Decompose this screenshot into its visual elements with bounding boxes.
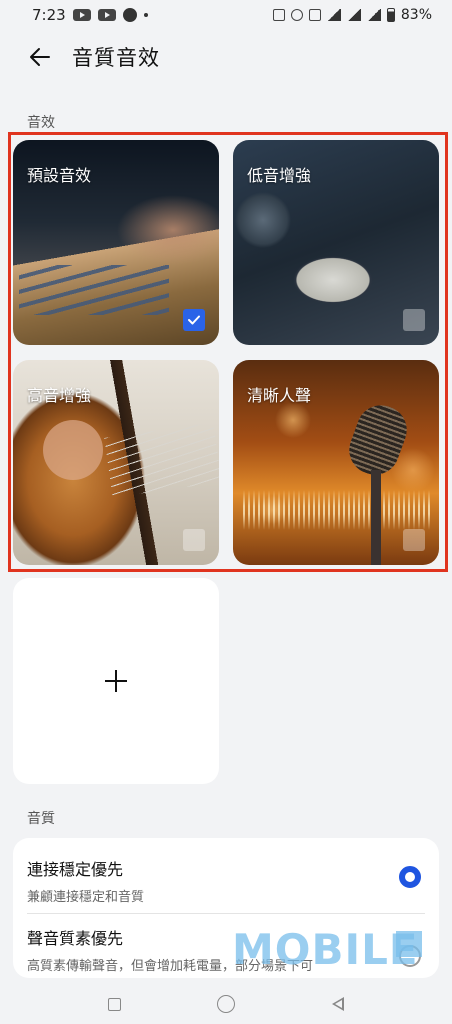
effect-card-label: 預設音效 [27, 166, 92, 185]
effect-card-treble[interactable]: 高音增強 [13, 360, 219, 565]
divider [27, 913, 425, 914]
option-title: 連接穩定優先 [27, 860, 124, 879]
nfc-icon [272, 9, 285, 21]
youtube-icon [72, 9, 91, 21]
effect-card-label: 清晰人聲 [247, 386, 312, 405]
add-effect-button[interactable] [13, 578, 219, 784]
section-label-effects: 音效 [27, 115, 55, 131]
more-notifications-icon [143, 13, 148, 17]
battery-icon [386, 8, 395, 22]
microphone-stand-image [371, 470, 381, 565]
mixing-console-image [19, 265, 169, 315]
checkbox-unchecked[interactable] [403, 309, 425, 331]
status-bar: 7:23 83% [0, 0, 452, 30]
page-title: 音質音效 [72, 46, 160, 70]
acoustic-guitar-image [104, 422, 219, 498]
watermark-logo: MOBILE [232, 925, 419, 974]
arrow-left-icon [30, 48, 50, 66]
app-notification-icon [122, 8, 137, 22]
bluetooth-icon [290, 9, 303, 21]
wifi-icon [326, 9, 341, 21]
recents-icon[interactable] [108, 997, 122, 1011]
microphone-image [342, 398, 414, 482]
section-label-quality: 音質 [27, 811, 55, 827]
effect-card-bass[interactable]: 低音增強 [233, 140, 439, 345]
back-button[interactable] [18, 35, 62, 79]
sound-wave-image [243, 490, 433, 530]
checkbox-unchecked[interactable] [183, 529, 205, 551]
quality-option-stable[interactable]: 連接穩定優先 兼顧連接穩定和音質 [27, 856, 427, 905]
mute-icon [308, 9, 321, 21]
option-subtitle: 兼顧連接穩定和音質 [27, 890, 145, 905]
effect-card-vocal[interactable]: 清晰人聲 [233, 360, 439, 565]
battery-level: 83% [400, 7, 432, 23]
hand-image [43, 420, 103, 480]
home-icon[interactable] [217, 995, 236, 1013]
checkbox-unchecked[interactable] [403, 529, 425, 551]
navigation-bar [0, 984, 452, 1024]
checkbox-checked[interactable] [183, 309, 205, 331]
youtube-icon [97, 9, 116, 21]
signal-icon [346, 9, 361, 21]
status-time: 7:23 [32, 6, 66, 24]
effect-card-label: 低音增強 [247, 166, 312, 185]
watermark-mark [396, 931, 422, 957]
signal-icon [366, 9, 381, 21]
back-triangle-icon[interactable] [331, 997, 344, 1011]
plus-icon [105, 670, 127, 692]
effect-card-label: 高音增強 [27, 386, 92, 405]
radio-selected[interactable] [399, 866, 421, 888]
checkmark-icon [188, 315, 200, 325]
effect-card-default[interactable]: 預設音效 [13, 140, 219, 345]
app-header: 音質音效 [0, 34, 452, 80]
